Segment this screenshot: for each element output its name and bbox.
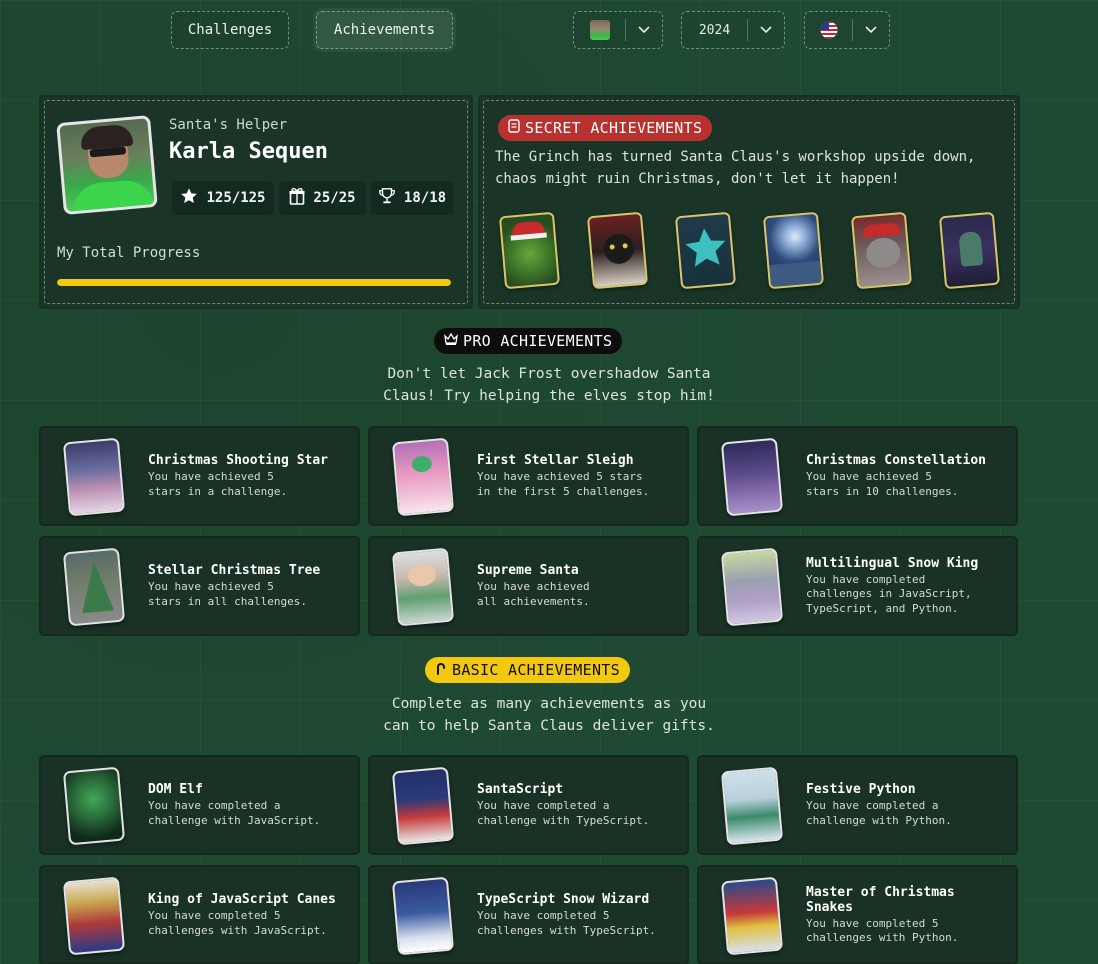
achievement-card[interactable]: SantaScript You have completed a challeng… [368, 755, 689, 855]
basic-achievements-badge: BASIC ACHIEVEMENTS [425, 657, 630, 683]
us-flag-icon [805, 21, 852, 39]
achievement-title: SantaScript [477, 782, 564, 797]
star-icon [180, 187, 198, 209]
gifts-count: 25/25 [313, 190, 356, 206]
grinch-card[interactable] [498, 211, 561, 290]
pro-description-line-2: Claus! Try helping the elves stop him! [383, 388, 715, 404]
total-progress-bar [57, 279, 451, 286]
crown-icon [444, 332, 458, 350]
year-value: 2024 [698, 22, 731, 38]
achievement-description: You have achieved 5 stars in 10 challeng… [806, 470, 959, 498]
constellation-art [720, 437, 784, 517]
candy-cane-icon [435, 661, 447, 679]
achievement-description: You have completed 5 challenges with Pyt… [806, 916, 959, 945]
achievement-card[interactable]: First Stellar Sleigh You have achieved 5 … [368, 426, 689, 526]
avatar [56, 115, 158, 215]
user-rank-title: Santa's Helper [169, 117, 288, 133]
santascript-art [391, 766, 455, 846]
progress-label: My Total Progress [57, 245, 201, 261]
achievement-card[interactable]: Supreme Santa You have achieved all achie… [368, 536, 689, 636]
progress-fill [57, 279, 451, 286]
top-nav: Challenges Achievements 2024 [0, 10, 1098, 50]
secret-achievements-panel: SECRET ACHIEVEMENTS The Grinch has turne… [478, 95, 1020, 309]
secret-badge-label: SECRET ACHIEVEMENTS [525, 119, 703, 137]
achievements-tab[interactable]: Achievements [316, 11, 453, 49]
achievement-card[interactable]: Stellar Christmas Tree You have achieved … [39, 536, 360, 636]
achievement-description: You have completed a challenge with Type… [477, 799, 650, 827]
achievement-description: You have completed a challenge with Java… [148, 799, 321, 827]
achievement-description: You have completed 5 challenges with Typ… [477, 909, 656, 937]
pro-description: Don't let Jack Frost overshadow Santa Cl… [0, 363, 1098, 407]
secret-achievements-badge: SECRET ACHIEVEMENTS [498, 115, 713, 141]
achievement-card[interactable]: King of JavaScript Canes You have complet… [39, 865, 360, 964]
achievement-title: Supreme Santa [477, 563, 579, 578]
pro-badge-label: PRO ACHIEVEMENTS [463, 332, 613, 350]
achievement-card[interactable]: Festive Python You have completed a chall… [697, 755, 1018, 855]
user-dropdown[interactable] [573, 11, 663, 49]
achievement-description: You have completed challenges in JavaScr… [806, 572, 972, 615]
basic-description: Complete as many achievements as you can… [0, 693, 1098, 737]
basic-description-line-2: can to help Santa Claus deliver gifts. [383, 718, 715, 734]
gifts-stat: 25/25 [278, 180, 367, 216]
javascript-canes-art [62, 876, 126, 956]
achievement-title: TypeScript Snow Wizard [477, 892, 650, 907]
gray-cat-card[interactable] [850, 211, 913, 290]
christmas-tree-art [62, 547, 126, 627]
trophies-stat: 18/18 [370, 180, 454, 216]
chevron-down-icon [626, 26, 662, 34]
basic-description-line-1: Complete as many achievements as you [391, 696, 707, 712]
achievement-description: You have achieved all achievements. [477, 580, 590, 608]
black-cat-card[interactable] [586, 211, 649, 290]
achievement-title: Stellar Christmas Tree [148, 563, 321, 578]
achievement-title: Multilingual Snow King [806, 555, 979, 571]
achievement-description: You have achieved 5 stars in the first 5… [477, 470, 650, 498]
festive-python-art [720, 766, 784, 846]
achievement-title: Christmas Shooting Star [148, 453, 329, 468]
pro-description-line-1: Don't let Jack Frost overshadow Santa [387, 366, 711, 382]
achievement-description: You have completed 5 challenges with Jav… [148, 909, 327, 937]
chevron-down-icon [853, 26, 889, 34]
user-avatar-small [574, 20, 625, 40]
challenges-tab[interactable]: Challenges [171, 11, 289, 49]
profile-panel: Santa's Helper Karla Sequen 125/125 25/2… [39, 95, 473, 309]
achievement-title: DOM Elf [148, 782, 203, 797]
achievement-card[interactable]: DOM Elf You have completed a challenge wi… [39, 755, 360, 855]
trophies-count: 18/18 [403, 190, 447, 206]
gift-icon [289, 187, 305, 209]
year-dropdown[interactable]: 2024 [681, 11, 785, 49]
language-dropdown[interactable] [804, 11, 890, 49]
achievement-description: You have achieved 5 stars in all challen… [148, 580, 307, 608]
stars-stat: 125/125 [171, 180, 275, 216]
achievement-card[interactable]: Christmas Shooting Star You have achieved… [39, 426, 360, 526]
achievement-title: First Stellar Sleigh [477, 453, 634, 468]
dark-wizard-card[interactable] [938, 211, 1001, 290]
achievement-card[interactable]: TypeScript Snow Wizard You have completed… [368, 865, 689, 964]
teal-star-card[interactable] [674, 211, 737, 290]
supreme-santa-art [391, 547, 455, 627]
achievement-description: You have completed a challenge with Pyth… [806, 799, 952, 827]
basic-badge-label: BASIC ACHIEVEMENTS [452, 661, 620, 679]
scroll-icon [508, 119, 520, 137]
pro-achievements-badge: PRO ACHIEVEMENTS [434, 328, 623, 354]
achievement-card[interactable]: Multilingual Snow King You have completed… [697, 536, 1018, 636]
achievement-title: Christmas Constellation [806, 453, 987, 468]
stars-count: 125/125 [206, 190, 266, 206]
dom-elf-art [62, 766, 126, 846]
snow-king-art [720, 547, 784, 627]
user-name: Karla Sequen [169, 139, 328, 164]
typescript-wizard-art [391, 876, 455, 956]
christmas-snakes-art [720, 876, 784, 956]
achievement-card[interactable]: Christmas Constellation You have achieved… [697, 426, 1018, 526]
trophy-icon [378, 187, 396, 209]
achievement-title: Festive Python [806, 782, 916, 797]
achievement-title: Master of Christmas Snakes [806, 884, 955, 915]
shooting-star-art [62, 437, 126, 517]
chevron-down-icon [748, 26, 784, 34]
achievement-card[interactable]: Master of Christmas Snakes You have compl… [697, 865, 1018, 964]
achievement-description: You have achieved 5 stars in a challenge… [148, 470, 288, 498]
stellar-sleigh-art [391, 437, 455, 517]
secret-description: The Grinch has turned Santa Claus's work… [495, 149, 976, 187]
moon-night-card[interactable] [762, 211, 825, 290]
achievement-title: King of JavaScript Canes [148, 892, 336, 907]
